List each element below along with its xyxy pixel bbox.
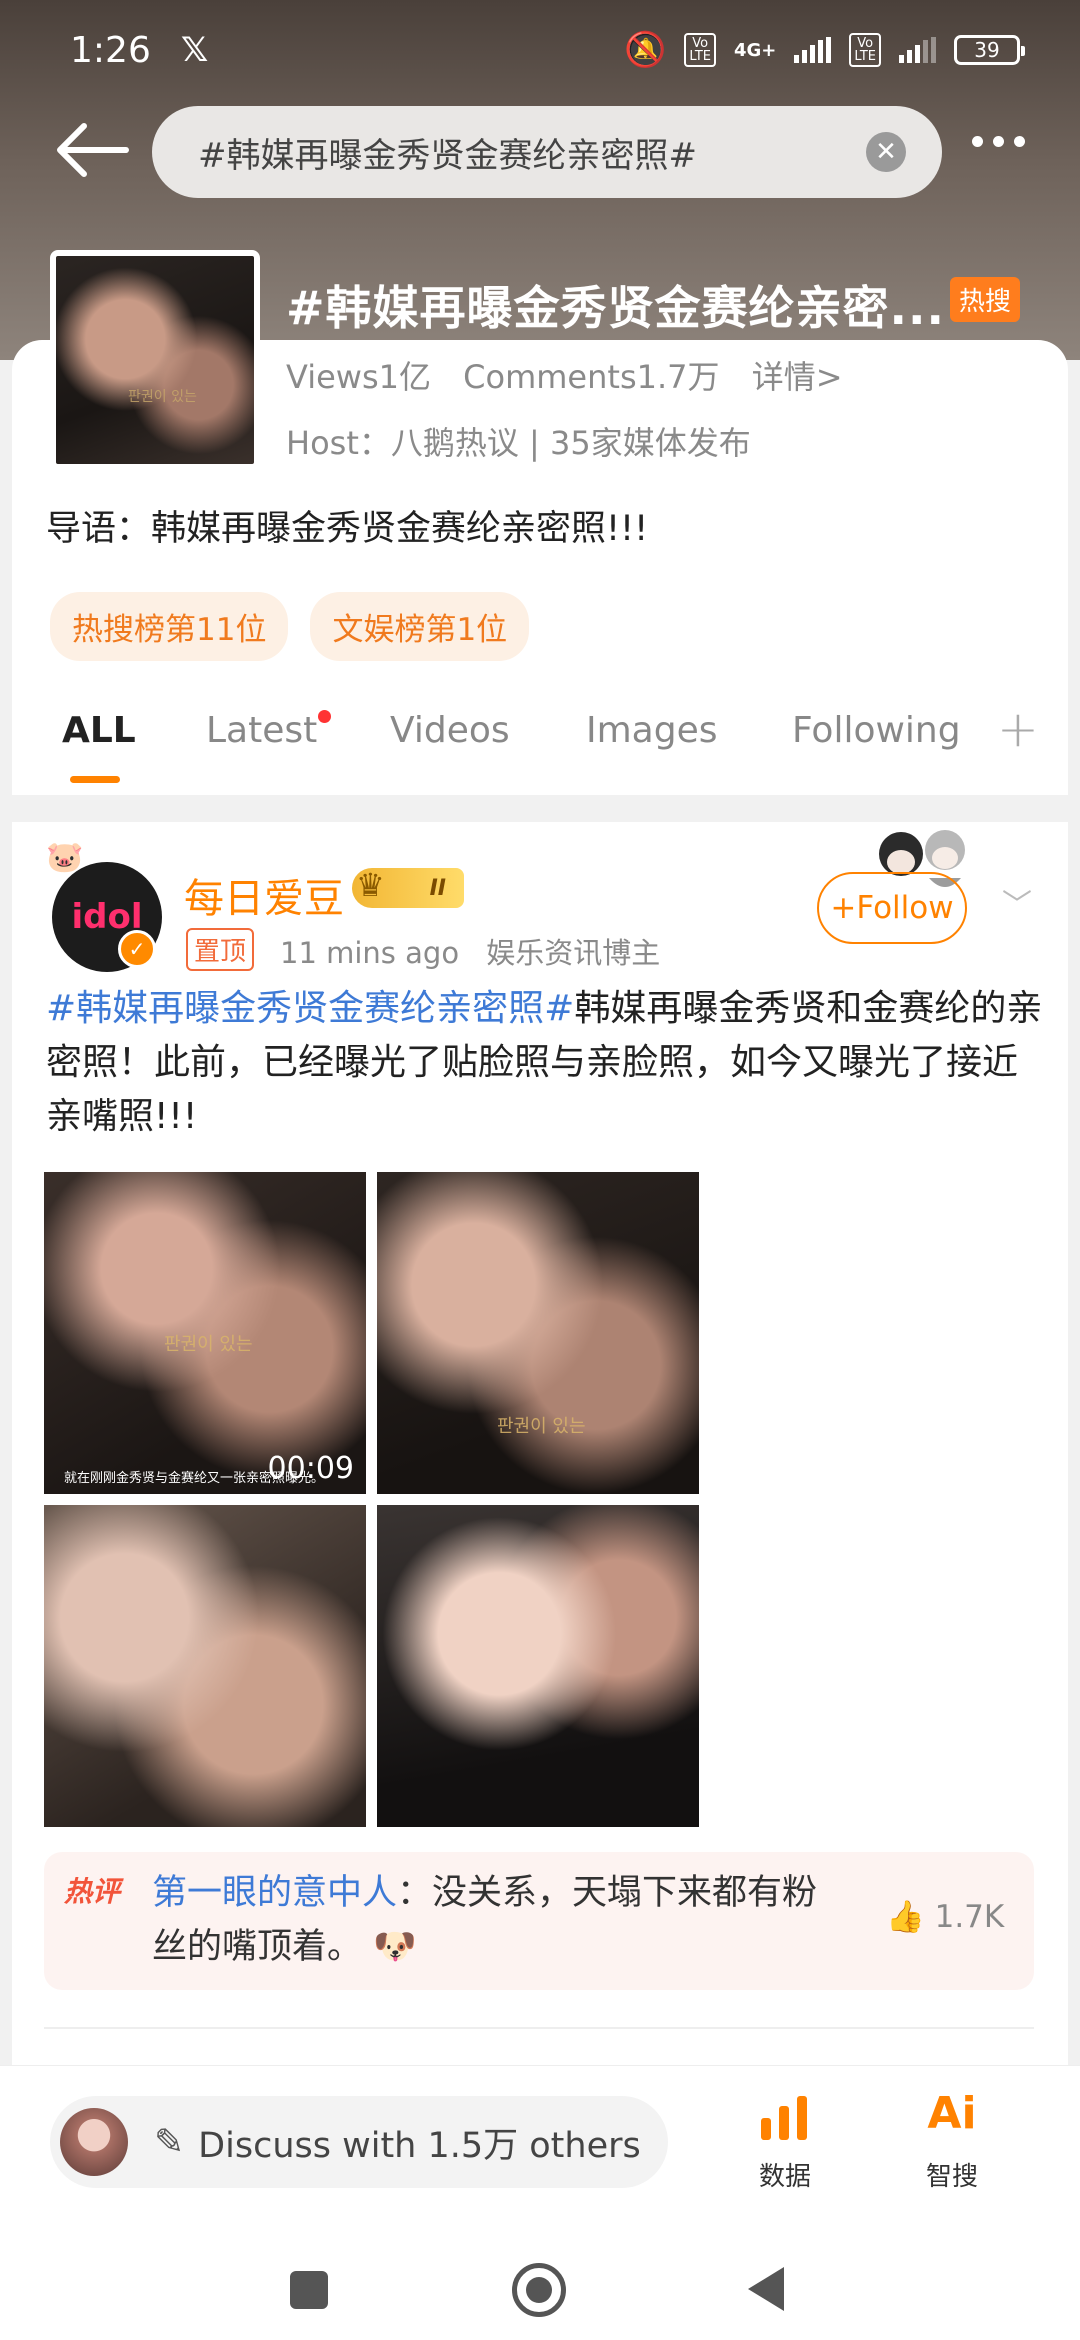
- more-options-icon[interactable]: [972, 136, 1025, 147]
- ai-search-label: 智搜: [925, 2162, 978, 2192]
- data-button[interactable]: 数据: [725, 2088, 845, 2193]
- mute-icon: 🔕: [624, 30, 667, 70]
- post-role: 娱乐资讯博主: [486, 936, 661, 970]
- member-level-badge: ♛ II: [352, 866, 464, 908]
- post-username[interactable]: 每日爱豆: [184, 866, 344, 924]
- verified-icon: ✓: [118, 930, 156, 968]
- search-input[interactable]: #韩媒再曝金秀贤金赛纶亲密照# ✕: [152, 106, 942, 198]
- hot-comment[interactable]: 热评 第一眼的意中人：没关系，天塌下来都有粉丝的嘴顶着。 🐶 👍 1.7K: [44, 1852, 1034, 1990]
- post-time: 11 mins ago: [280, 936, 460, 970]
- tag-entertainment-rank[interactable]: 文娱榜第1位: [310, 592, 530, 661]
- topic-host: Host：八鹅热议 | 35家媒体发布: [286, 424, 751, 462]
- search-query: #韩媒再曝金秀贤金赛纶亲密照#: [198, 135, 697, 176]
- data-label: 数据: [758, 2162, 811, 2192]
- doge-emoji-icon: 🐶: [373, 1927, 417, 1967]
- tab-bar: ALL Latest Videos Images Following +: [12, 690, 1068, 795]
- post-text: #韩媒再曝金秀贤金赛纶亲密照#韩媒再曝金秀贤和金赛纶的亲密照！此前，已经曝光了贴…: [46, 982, 1046, 1144]
- topic-guide: 导语：韩媒再曝金秀贤金赛纶亲密照!!!: [46, 509, 649, 549]
- tag-hot-rank[interactable]: 热搜榜第11位: [50, 592, 289, 661]
- back-arrow-icon[interactable]: [52, 118, 132, 182]
- cover-watermark: 판권이 있는: [128, 389, 197, 405]
- discuss-input[interactable]: ✎ Discuss with 1.5万 others: [50, 2096, 668, 2188]
- topic-title: #韩媒再曝金秀贤金赛纶亲密...: [286, 281, 945, 335]
- video-duration: 00:09: [267, 1451, 354, 1486]
- follow-button[interactable]: +Follow: [817, 872, 967, 944]
- discuss-label: Discuss with 1.5万 others: [198, 2125, 641, 2166]
- post-meta: 11 mins ago 娱乐资讯博主: [280, 930, 678, 972]
- post-image[interactable]: [44, 1505, 366, 1827]
- hot-comment-label: 热评: [64, 1875, 121, 1908]
- battery-icon: 39: [954, 35, 1025, 65]
- topic-tags: 热搜榜第11位 文娱榜第1位: [50, 592, 530, 661]
- topic-stats: Views1亿 Comments1.7万 详情>: [286, 352, 865, 398]
- post-image[interactable]: 판권이 있는: [377, 1172, 699, 1494]
- topic-cover-image[interactable]: 판권이 있는: [50, 250, 260, 470]
- tab-underline: [70, 776, 120, 783]
- post-image[interactable]: [377, 1505, 699, 1827]
- member-level: II: [429, 875, 446, 901]
- topic-views: Views1亿: [286, 358, 431, 396]
- volte-icon-2: Vo LTE: [849, 33, 881, 67]
- home-icon[interactable]: [512, 2263, 566, 2317]
- add-tab-icon[interactable]: +: [997, 700, 1039, 758]
- bottom-bar: ✎ Discuss with 1.5万 others 数据 Ai 智搜: [0, 2065, 1080, 2235]
- signal-icon-2: [899, 37, 936, 63]
- status-bar: 1:26 𝕏 🔕 Vo LTE 4G+ Vo LTE 39: [70, 22, 1025, 78]
- thumbs-up-icon: 👍: [886, 1899, 925, 1935]
- hot-comment-user[interactable]: 第一眼的意中人: [152, 1873, 397, 1913]
- ai-search-button[interactable]: Ai 智搜: [892, 2088, 1012, 2193]
- comment-like-button[interactable]: 👍 1.7K: [886, 1898, 1005, 1936]
- post-hashtag[interactable]: #韩媒再曝金秀贤金赛纶亲密照#: [46, 988, 574, 1029]
- signal-icon: [794, 37, 832, 63]
- tab-images[interactable]: Images: [586, 710, 718, 751]
- user-avatar: [60, 2108, 128, 2176]
- x-icon: 𝕏: [180, 30, 209, 70]
- divider: [44, 2027, 1034, 2029]
- tab-following[interactable]: Following: [792, 710, 961, 751]
- network-label: 4G+: [734, 39, 777, 61]
- system-nav-bar: [0, 2235, 1080, 2340]
- chevron-down-icon[interactable]: ﹀: [1002, 880, 1032, 924]
- volte-icon: Vo LTE: [684, 33, 716, 67]
- topic-comments: Comments1.7万: [463, 358, 720, 396]
- post-card: 🐷 idol ✓ 每日爱豆 ♛ II 置顶 11 mins ago 娱乐资讯博主…: [12, 822, 1068, 2072]
- ai-search-icon: Ai: [927, 2088, 977, 2139]
- tab-videos[interactable]: Videos: [390, 710, 510, 751]
- back-icon[interactable]: [748, 2267, 784, 2311]
- tab-latest[interactable]: Latest: [206, 710, 317, 751]
- recent-apps-icon[interactable]: [290, 2271, 328, 2309]
- hot-badge: 热搜: [950, 277, 1021, 322]
- post-video-thumbnail[interactable]: 판권이 있는 就在刚刚金秀贤与金赛纶又一张亲密照曝光。 00:09: [44, 1172, 366, 1494]
- status-time: 1:26: [70, 29, 151, 71]
- pencil-icon: ✎: [154, 2121, 185, 2163]
- crown-icon: ♛: [356, 866, 385, 904]
- data-chart-icon: [725, 2088, 845, 2146]
- clear-icon[interactable]: ✕: [866, 132, 906, 172]
- new-dot-icon: [318, 710, 331, 723]
- image-watermark: 판권이 있는: [164, 1334, 253, 1355]
- pinned-badge: 置顶: [186, 928, 255, 971]
- image-watermark: 판권이 있는: [497, 1416, 586, 1437]
- tab-all[interactable]: ALL: [62, 710, 136, 751]
- topic-details-link[interactable]: 详情>: [752, 358, 843, 396]
- comment-like-count: 1.7K: [934, 1898, 1005, 1935]
- hot-comment-text: 第一眼的意中人：没关系，天塌下来都有粉丝的嘴顶着。 🐶: [152, 1866, 852, 1974]
